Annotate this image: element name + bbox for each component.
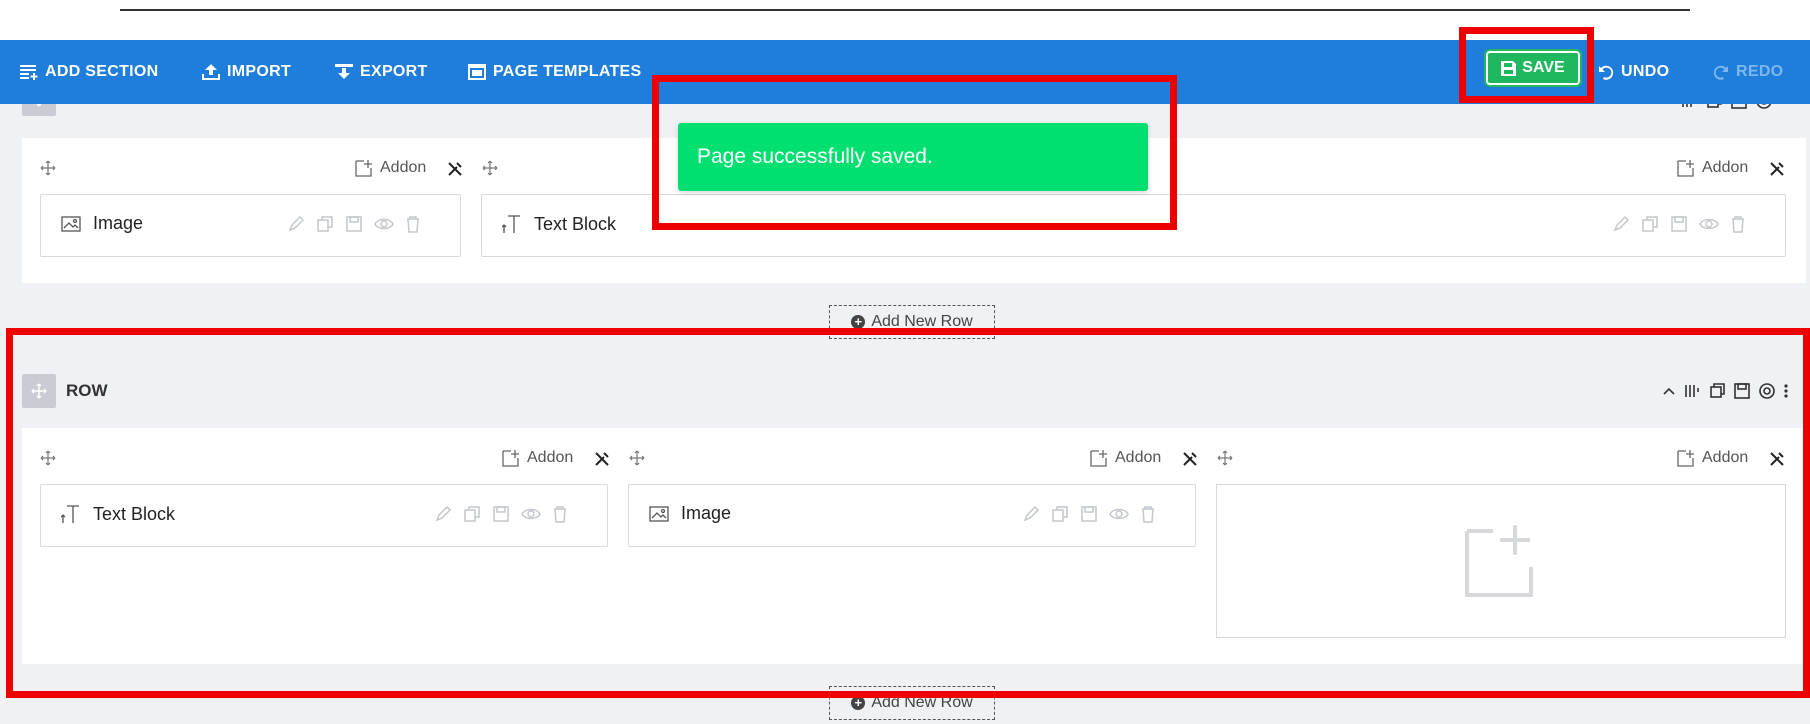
duplicate-icon[interactable] — [1708, 382, 1726, 400]
save-row-icon[interactable] — [1733, 382, 1751, 400]
addon-card-image[interactable]: Image — [40, 194, 461, 257]
undo-label: UNDO — [1621, 63, 1670, 80]
trash-icon[interactable] — [552, 505, 568, 523]
add-addon-button[interactable]: Addon — [354, 158, 426, 178]
add-addon-icon — [1677, 450, 1694, 467]
save-button[interactable]: SAVE — [1486, 51, 1580, 85]
add-addon-button[interactable]: Addon — [501, 448, 573, 468]
import-label: IMPORT — [227, 63, 292, 80]
column-settings-icon[interactable] — [1181, 450, 1199, 468]
add-new-row-label: Add New Row — [871, 313, 973, 330]
eye-icon[interactable] — [374, 215, 394, 233]
plus-circle-icon: + — [851, 696, 866, 710]
download-icon — [335, 64, 353, 79]
text-icon — [502, 215, 520, 233]
row-2-tools — [1662, 382, 1789, 400]
add-new-row-label: Add New Row — [871, 694, 973, 711]
toast-message: Page successfully saved. — [697, 145, 933, 168]
add-addon-button[interactable]: Addon — [1676, 448, 1748, 468]
template-icon — [468, 64, 486, 80]
eye-icon[interactable] — [521, 505, 541, 523]
columns-icon[interactable] — [1683, 382, 1701, 400]
save-icon[interactable] — [1080, 505, 1098, 523]
image-icon — [61, 215, 81, 232]
more-vertical-icon[interactable] — [1783, 382, 1789, 400]
add-addon-icon — [355, 160, 372, 177]
column-settings-icon[interactable] — [1768, 160, 1786, 178]
empty-column-add-addon[interactable] — [1216, 484, 1786, 638]
add-section-button[interactable]: ADD SECTION — [20, 40, 159, 104]
page-templates-label: PAGE TEMPLATES — [493, 63, 642, 80]
add-addon-button[interactable]: Addon — [1676, 158, 1748, 178]
row-2-header: ROW — [22, 374, 108, 408]
save-label: SAVE — [1522, 59, 1565, 76]
addon-label: Image — [681, 503, 732, 523]
save-icon[interactable] — [492, 505, 510, 523]
addon-label: Image — [93, 213, 144, 233]
eye-icon[interactable] — [1109, 505, 1129, 523]
add-section-label: ADD SECTION — [45, 63, 159, 80]
edit-icon[interactable] — [1612, 215, 1630, 233]
collapse-icon[interactable] — [1662, 382, 1676, 400]
import-button[interactable]: IMPORT — [202, 40, 291, 104]
row-2-title: ROW — [66, 381, 108, 400]
add-addon-large-icon — [1465, 525, 1533, 597]
column-move-icon[interactable] — [482, 160, 498, 176]
addon-card-text-block[interactable]: Text Block — [40, 484, 608, 547]
undo-button[interactable]: UNDO — [1598, 40, 1669, 104]
add-addon-label: Addon — [1702, 159, 1749, 176]
add-addon-button[interactable]: Addon — [1089, 448, 1161, 468]
add-addon-label: Addon — [1702, 449, 1749, 466]
add-addon-icon — [1677, 160, 1694, 177]
addon-card-image[interactable]: Image — [628, 484, 1196, 547]
add-addon-label: Addon — [527, 449, 574, 466]
column-move-icon[interactable] — [1217, 450, 1233, 466]
row-2-move-icon[interactable] — [22, 374, 56, 408]
trash-icon[interactable] — [405, 215, 421, 233]
add-section-icon — [20, 65, 38, 80]
upload-icon — [202, 64, 220, 80]
edit-icon[interactable] — [287, 215, 305, 233]
addon-label: Text Block — [93, 503, 176, 524]
add-addon-icon — [1090, 450, 1107, 467]
column-move-icon[interactable] — [40, 160, 56, 176]
success-toast: Page successfully saved. — [678, 123, 1148, 191]
column-settings-icon[interactable] — [593, 450, 611, 468]
add-new-row-button[interactable]: + Add New Row — [829, 686, 995, 720]
redo-button[interactable]: REDO — [1713, 40, 1783, 104]
plus-circle-icon: + — [851, 315, 866, 329]
save-icon[interactable] — [1670, 215, 1688, 233]
column-settings-icon[interactable] — [446, 160, 464, 178]
column-settings-icon[interactable] — [1768, 450, 1786, 468]
add-addon-label: Addon — [380, 159, 427, 176]
redo-icon — [1713, 65, 1728, 80]
save-icon — [1501, 60, 1517, 76]
settings-icon[interactable] — [1758, 382, 1776, 400]
redo-label: REDO — [1736, 63, 1784, 80]
duplicate-icon[interactable] — [1641, 215, 1659, 233]
add-new-row-button[interactable]: + Add New Row — [829, 305, 995, 339]
trash-icon[interactable] — [1140, 505, 1156, 523]
undo-icon — [1599, 65, 1614, 80]
addon-label: Text Block — [534, 213, 617, 234]
add-addon-icon — [502, 450, 519, 467]
eye-icon[interactable] — [1699, 215, 1719, 233]
image-icon — [649, 505, 669, 522]
column-move-icon[interactable] — [40, 450, 56, 466]
column-move-icon[interactable] — [629, 450, 645, 466]
trash-icon[interactable] — [1730, 215, 1746, 233]
top-divider — [120, 9, 1690, 11]
duplicate-icon[interactable] — [463, 505, 481, 523]
save-icon[interactable] — [345, 215, 363, 233]
edit-icon[interactable] — [434, 505, 452, 523]
add-addon-label: Addon — [1115, 449, 1162, 466]
text-icon — [61, 505, 79, 523]
page-templates-button[interactable]: PAGE TEMPLATES — [468, 40, 642, 104]
addon-card-text-block[interactable]: Text Block — [481, 194, 1786, 257]
duplicate-icon[interactable] — [316, 215, 334, 233]
duplicate-icon[interactable] — [1051, 505, 1069, 523]
export-button[interactable]: EXPORT — [335, 40, 428, 104]
export-label: EXPORT — [360, 63, 428, 80]
edit-icon[interactable] — [1022, 505, 1040, 523]
